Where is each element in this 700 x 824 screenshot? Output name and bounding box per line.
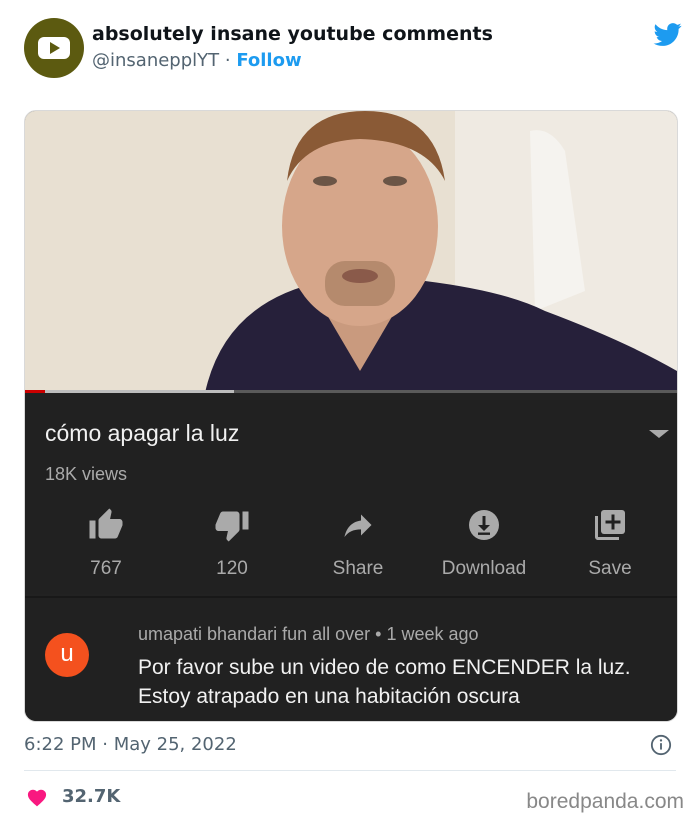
separator: · bbox=[219, 50, 237, 71]
save-icon bbox=[595, 510, 625, 540]
comment: u umapati bhandari fun all over • 1 week… bbox=[25, 596, 677, 721]
expand-description-icon[interactable] bbox=[649, 430, 669, 438]
video-frame-image bbox=[25, 111, 677, 393]
save-label: Save bbox=[588, 558, 632, 579]
twitter-bird-icon[interactable] bbox=[652, 20, 684, 48]
action-bar: 767 120 Share Download Save bbox=[25, 507, 677, 587]
youtube-logo-icon bbox=[38, 37, 70, 59]
video-progress-bar[interactable] bbox=[25, 390, 677, 393]
thumbs-up-icon bbox=[89, 508, 123, 539]
dislike-button[interactable]: 120 bbox=[169, 507, 295, 587]
like-count-total[interactable]: 32.7K bbox=[62, 786, 120, 807]
follow-button[interactable]: Follow bbox=[236, 50, 301, 71]
video-player[interactable] bbox=[25, 111, 677, 393]
like-count: 767 bbox=[90, 558, 122, 579]
comment-text: Por favor sube un video de como ENCENDER… bbox=[138, 656, 631, 708]
tweet-header: absolutely insane youtube comments @insa… bbox=[24, 18, 684, 82]
info-icon[interactable] bbox=[650, 734, 672, 756]
divider bbox=[24, 770, 676, 771]
share-icon bbox=[344, 514, 372, 537]
author-handle[interactable]: @insanepplYT bbox=[92, 50, 219, 71]
thumbs-down-icon bbox=[215, 511, 249, 542]
video-info: cómo apagar la luz 18K views 767 120 Sha… bbox=[25, 394, 677, 594]
share-button[interactable]: Share bbox=[295, 507, 421, 587]
view-count: 18K views bbox=[45, 464, 128, 484]
watermark: boredpanda.com bbox=[526, 790, 684, 813]
download-label: Download bbox=[441, 558, 527, 579]
download-button[interactable]: Download bbox=[421, 507, 547, 587]
video-buffer-bar bbox=[44, 390, 234, 393]
profile-avatar[interactable] bbox=[24, 18, 84, 78]
heart-icon[interactable] bbox=[26, 787, 48, 807]
dislike-count: 120 bbox=[216, 558, 248, 579]
comment-meta: umapati bhandari fun all over • 1 week a… bbox=[138, 624, 479, 644]
video-progress-fill bbox=[25, 390, 45, 393]
share-label: Share bbox=[332, 558, 384, 579]
commenter-avatar[interactable]: u bbox=[45, 633, 89, 677]
tweet-timestamp[interactable]: 6:22 PM · May 25, 2022 bbox=[24, 734, 237, 755]
like-button[interactable]: 767 bbox=[43, 507, 169, 587]
download-icon bbox=[469, 510, 499, 540]
save-button[interactable]: Save bbox=[547, 507, 673, 587]
handle-row: @insanepplYT · Follow bbox=[92, 50, 302, 71]
youtube-screenshot-card: cómo apagar la luz 18K views 767 120 Sha… bbox=[24, 110, 678, 722]
author-name[interactable]: absolutely insane youtube comments bbox=[92, 23, 493, 45]
video-title[interactable]: cómo apagar la luz bbox=[45, 420, 239, 447]
